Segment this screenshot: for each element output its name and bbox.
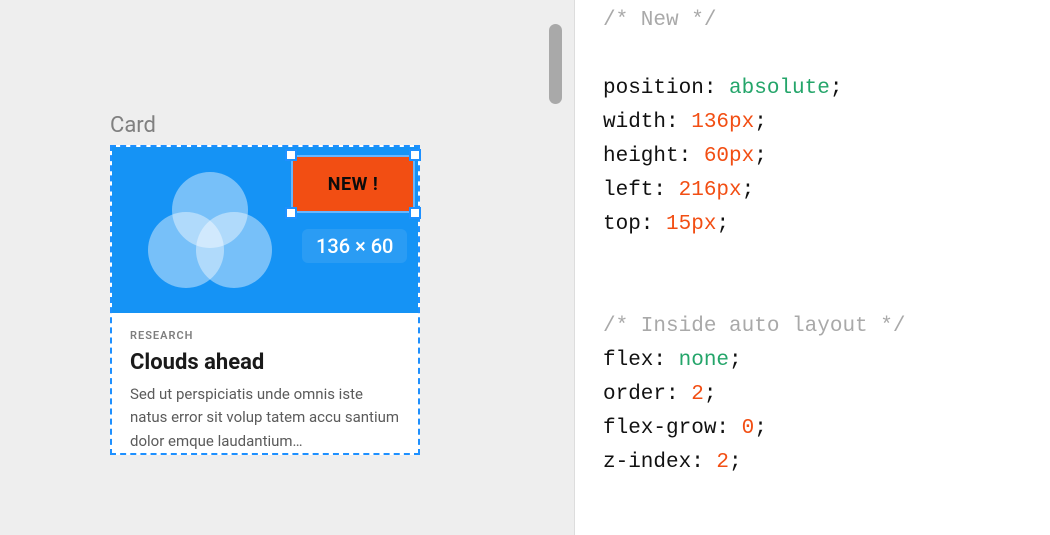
resize-handle-bl[interactable]	[285, 207, 297, 219]
code-line: width: 136px;	[603, 106, 1050, 140]
selection-edge	[291, 155, 415, 157]
card-description: Sed ut perspiciatis unde omnis iste natu…	[130, 383, 400, 453]
css-prop: height:	[603, 145, 704, 168]
css-value: 15px	[666, 213, 716, 236]
blank-line	[603, 242, 1050, 276]
css-prop: top:	[603, 213, 666, 236]
card-title: Clouds ahead	[130, 350, 400, 375]
css-prop: flex-grow:	[603, 417, 742, 440]
css-value: 216px	[679, 179, 742, 202]
code-panel[interactable]: /* New */ position: absolute; width: 136…	[575, 0, 1050, 535]
dimensions-readout: 136 × 60	[302, 229, 407, 263]
selected-layer[interactable]: NEW !	[291, 155, 415, 213]
new-badge[interactable]: NEW !	[291, 155, 415, 213]
venn-icon	[140, 162, 280, 302]
resize-handle-tl[interactable]	[285, 149, 297, 161]
code-line: z-index: 2;	[603, 446, 1050, 480]
code-line: flex: none;	[603, 344, 1050, 378]
css-prop: z-index:	[603, 451, 716, 474]
selection-edge	[291, 211, 415, 213]
selection-edge	[291, 155, 293, 213]
css-prop: position:	[603, 77, 729, 100]
css-prop: width:	[603, 111, 691, 134]
code-line: order: 2;	[603, 378, 1050, 412]
css-value: 0	[742, 417, 755, 440]
card-body[interactable]: RESEARCH Clouds ahead Sed ut perspiciati…	[112, 313, 418, 453]
code-line: top: 15px;	[603, 208, 1050, 242]
design-canvas[interactable]: Card NEW !	[0, 0, 575, 535]
resize-handle-br[interactable]	[409, 207, 421, 219]
css-prop: left:	[603, 179, 679, 202]
resize-handle-tr[interactable]	[409, 149, 421, 161]
card-eyebrow: RESEARCH	[130, 329, 400, 342]
css-value: 136px	[691, 111, 754, 134]
code-line: flex-grow: 0;	[603, 412, 1050, 446]
frame-label[interactable]: Card	[110, 113, 156, 138]
css-value: 2	[716, 451, 729, 474]
code-line: left: 216px;	[603, 174, 1050, 208]
card-header[interactable]: NEW ! 136 × 60	[112, 147, 418, 313]
blank-line	[603, 276, 1050, 310]
css-value: 2	[691, 383, 704, 406]
code-comment: /* Inside auto layout */	[603, 310, 1050, 344]
blank-line	[603, 38, 1050, 72]
css-keyword: none	[679, 349, 729, 372]
card-frame[interactable]: NEW ! 136 × 60 RESEARCH Clouds ahead Sed…	[110, 145, 420, 455]
code-comment: /* New */	[603, 4, 1050, 38]
selection-edge	[413, 155, 415, 213]
css-prop: flex:	[603, 349, 679, 372]
scrollbar-thumb[interactable]	[549, 24, 562, 104]
css-keyword: absolute	[729, 77, 830, 100]
code-line: position: absolute;	[603, 72, 1050, 106]
css-value: 60px	[704, 145, 754, 168]
code-line: height: 60px;	[603, 140, 1050, 174]
css-prop: order:	[603, 383, 691, 406]
app-root: Card NEW !	[0, 0, 1050, 535]
